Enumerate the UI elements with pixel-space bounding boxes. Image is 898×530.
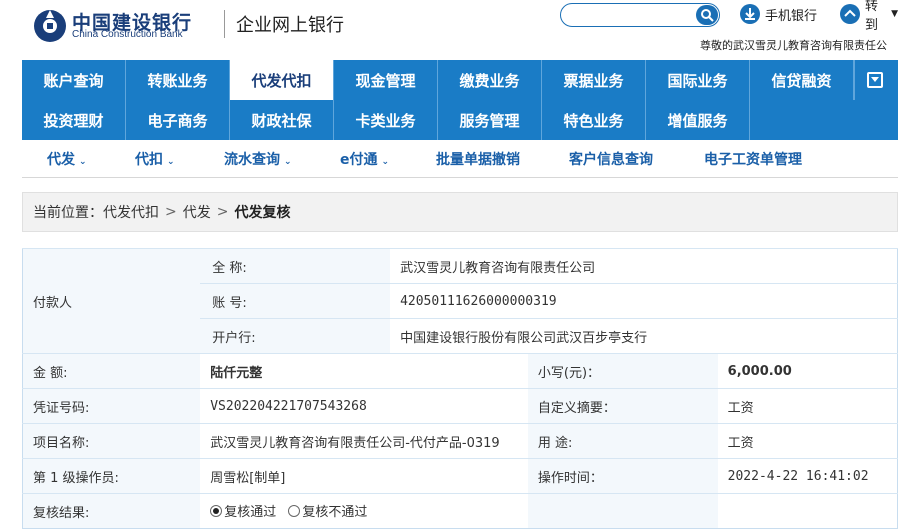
nav-item-international[interactable]: 国际业务	[646, 60, 750, 100]
voucher-value: VS2022042217075432​68	[200, 388, 528, 424]
amount-small-value: 6,000.00	[717, 353, 898, 389]
full-name-label: 全 称:	[200, 248, 391, 284]
table-row: 付款人 全 称: 武汉雪灵儿教育咨询有限责任公司	[22, 248, 898, 354]
review-detail-table: 付款人 全 称: 武汉雪灵儿教育咨询有限责任公司 账 号: 4205011162…	[22, 248, 898, 529]
goto-icon	[840, 4, 860, 24]
breadcrumb-current: 代发复核	[234, 205, 291, 221]
nav-item-cash-management[interactable]: 现金管理	[334, 60, 438, 100]
breadcrumb-level2: 代发	[182, 205, 211, 221]
nav-item-featured[interactable]: 特色业务	[542, 100, 646, 140]
nav-item-bills[interactable]: 票据业务	[542, 60, 646, 100]
subnav-daikou-label: 代扣	[135, 152, 163, 168]
nav-item-service[interactable]: 服务管理	[438, 100, 542, 140]
nav-item-investment[interactable]: 投资理财	[22, 100, 126, 140]
account-value: 42050111626000000319	[390, 283, 898, 319]
breadcrumb-separator: >	[165, 204, 177, 220]
review-result-options: 复核通过 复核不通过	[200, 493, 528, 529]
expand-icon	[866, 72, 883, 88]
nav-item-value-added[interactable]: 增值服务	[646, 100, 750, 140]
bank-name-en: China Construction Bank	[72, 29, 183, 40]
purpose-value: 工资	[717, 423, 898, 459]
account-label: 账 号:	[200, 283, 391, 319]
nav-item-account-query[interactable]: 账户查询	[22, 60, 126, 100]
subnav-customer-query[interactable]: 客户信息查询	[569, 149, 653, 169]
project-value: 武汉雪灵儿教育咨询有限责任公司-代付产品-0319	[200, 423, 528, 459]
subnav-liushui-label: 流水查询	[224, 152, 280, 168]
chevron-down-icon: ⌄	[167, 157, 175, 167]
search-input[interactable]	[560, 3, 720, 27]
amount-small-label: 小写(元)：	[527, 353, 718, 389]
purpose-label: 用 途:	[527, 423, 718, 459]
review-result-label: 复核结果:	[22, 493, 201, 529]
mobile-bank-label: 手机银行	[765, 8, 818, 24]
op-time-value: 2022-4-22 16:41:02	[717, 458, 898, 494]
table-row: 金 额: 陆仟元整 小写(元)： 6,000.00	[22, 353, 898, 389]
breadcrumb-level1: 代发代扣	[103, 205, 159, 221]
review-fail-label: 复核不通过	[302, 505, 368, 521]
sub-nav: 代发 ⌄ 代扣 ⌄ 流水查询 ⌄ e付通 ⌄ 批量单据撤销 客户信息查询 电子工资单管理	[22, 140, 898, 178]
memo-value: 工资	[717, 388, 898, 424]
subnav-efutong-label: e付通	[340, 152, 378, 168]
chevron-down-icon: ⌄	[381, 157, 390, 167]
nav-item-ecommerce[interactable]: 电子商务	[126, 100, 230, 140]
subnav-e-payslip[interactable]: 电子工资单管理	[704, 149, 802, 169]
mobile-bank-icon	[740, 4, 760, 24]
nav-item-transfer[interactable]: 转账业务	[126, 60, 230, 100]
full-name-value: 武汉雪灵儿教育咨询有限责任公司	[390, 248, 898, 284]
header-divider	[224, 10, 225, 38]
breadcrumb: 当前位置： 代发代扣 > 代发 > 代发复核	[22, 192, 898, 232]
subnav-daifa-label: 代发	[47, 152, 75, 168]
subnav-daifa[interactable]: 代发 ⌄	[47, 149, 87, 169]
empty-cell	[527, 493, 718, 529]
ccb-logo-icon	[34, 10, 66, 42]
op-time-label: 操作时间：	[527, 458, 718, 494]
goto-label: 转到	[865, 0, 879, 33]
subnav-batch-cancel[interactable]: 批量单据撤销	[436, 149, 520, 169]
project-label: 项目名称:	[22, 423, 201, 459]
radio-unselected-icon	[288, 504, 301, 517]
nav-item-card[interactable]: 卡类业务	[334, 100, 438, 140]
nav-item-credit[interactable]: 信贷融资	[750, 60, 854, 100]
table-row: 复核结果: 复核通过 复核不通过	[22, 493, 898, 529]
memo-label: 自定义摘要：	[527, 388, 718, 424]
review-pass-label: 复核通过	[224, 505, 277, 521]
main-nav-row-1: 账户查询 转账业务 代发代扣 现金管理 缴费业务 票据业务 国际业务 信贷融资	[22, 60, 898, 100]
chevron-down-icon: ⌄	[79, 157, 87, 167]
breadcrumb-prefix: 当前位置：	[33, 205, 103, 221]
nav-item-payment[interactable]: 缴费业务	[438, 60, 542, 100]
subnav-liushui[interactable]: 流水查询 ⌄	[224, 149, 292, 169]
table-row: 第 1 级操作员: 周雪松[制单] 操作时间： 2022-4-22 16:41:…	[22, 458, 898, 494]
goto-link[interactable]: 转到 ▼	[840, 0, 898, 33]
chevron-down-icon: ⌄	[284, 157, 292, 167]
operator-value: 周雪松[制单]	[200, 458, 528, 494]
empty-cell	[717, 493, 898, 529]
breadcrumb-separator: >	[216, 204, 229, 220]
portal-name: 企业网上银行	[236, 15, 344, 36]
table-row: 项目名称: 武汉雪灵儿教育咨询有限责任公司-代付产品-0319 用 途: 工资	[22, 423, 898, 459]
chevron-down-icon: ▼	[891, 9, 898, 19]
amount-label: 金 额:	[22, 353, 201, 389]
nav-item-payroll[interactable]: 代发代扣	[230, 60, 334, 100]
bank-label: 开户行:	[200, 318, 391, 354]
operator-label: 第 1 级操作员:	[22, 458, 201, 494]
review-pass-radio[interactable]: 复核通过	[210, 501, 276, 520]
amount-cn-value: 陆仟元整	[200, 353, 528, 389]
header: 中国建设银行 China Construction Bank 企业网上银行 手机…	[0, 0, 898, 60]
table-row: 凭证号码: VS2022042217075432​68 自定义摘要： 工资	[22, 388, 898, 424]
voucher-label: 凭证号码:	[22, 388, 201, 424]
search-icon	[701, 9, 714, 22]
search-button[interactable]	[696, 5, 718, 25]
mobile-bank-link[interactable]: 手机银行	[740, 3, 817, 25]
radio-selected-icon	[210, 504, 223, 517]
nav-more-button[interactable]	[854, 60, 894, 100]
review-fail-radio[interactable]: 复核不通过	[288, 501, 367, 520]
subnav-efutong[interactable]: e付通 ⌄	[340, 149, 389, 169]
bank-value: 中国建设银行股份有限公司武汉百步亭支行	[390, 318, 898, 354]
subnav-daikou[interactable]: 代扣 ⌄	[135, 149, 175, 169]
main-nav-row-2: 投资理财 电子商务 财政社保 卡类业务 服务管理 特色业务 增值服务	[22, 100, 898, 140]
nav-item-social-security[interactable]: 财政社保	[230, 100, 334, 140]
greeting-text: 尊敬的武汉雪灵儿教育咨询有限责任公	[700, 39, 887, 52]
payer-label: 付款人	[22, 248, 201, 354]
